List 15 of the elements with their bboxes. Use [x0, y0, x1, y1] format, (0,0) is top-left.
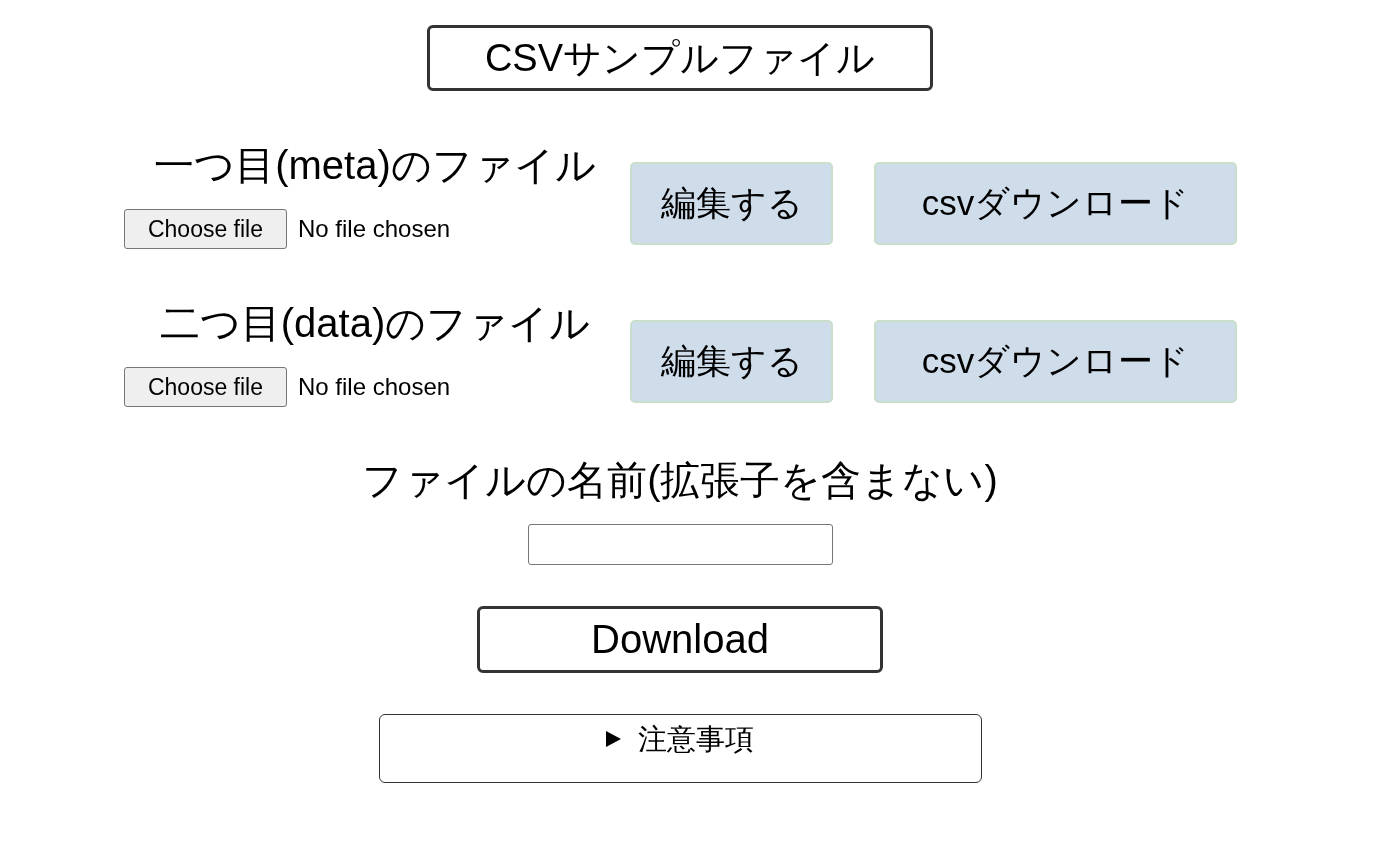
edit-button[interactable]: 編集する: [630, 162, 833, 245]
edit-button[interactable]: 編集する: [630, 320, 833, 403]
file-label: 二つ目(data)のファイル: [158, 300, 592, 346]
file-label: 一つ目(meta)のファイル: [153, 142, 597, 188]
filename-input[interactable]: [527, 524, 833, 565]
filename-label: ファイルの名前(拡張子を含まない): [362, 457, 998, 503]
download-button[interactable]: Download: [477, 606, 883, 673]
choose-file-button[interactable]: Choose file: [124, 367, 287, 407]
file-status-text: No file chosen: [298, 373, 451, 401]
csv-download-button[interactable]: csvダウンロード: [874, 162, 1237, 245]
notes-summary[interactable]: 注意事項: [606, 721, 754, 757]
choose-file-button[interactable]: Choose file: [124, 209, 287, 249]
csv-download-button[interactable]: csvダウンロード: [874, 320, 1237, 403]
file-status-text: No file chosen: [298, 215, 451, 243]
page-title: CSVサンプルファイル: [427, 25, 933, 91]
